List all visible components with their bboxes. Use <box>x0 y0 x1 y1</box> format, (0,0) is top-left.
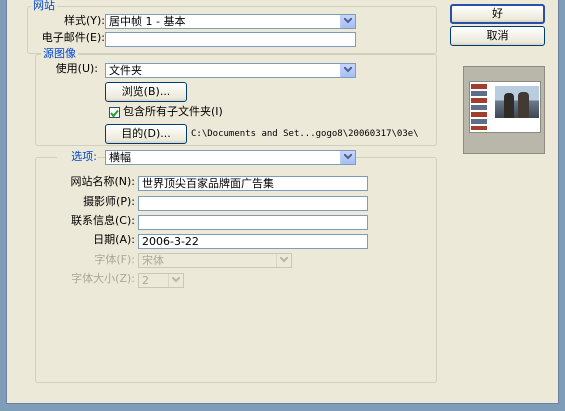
browse-button[interactable]: 浏览(B)... <box>105 82 187 102</box>
ok-button[interactable]: 好 <box>450 4 545 24</box>
email-label: 电子邮件(E): <box>41 31 105 44</box>
use-select[interactable]: 文件夹 <box>105 63 356 78</box>
preview-main-photo <box>495 86 539 118</box>
site-name-label: 网站名称(N): <box>70 175 135 188</box>
font-label: 字体(F): <box>94 253 135 266</box>
use-label: 使用(U): <box>55 62 98 75</box>
preview-person-right <box>518 92 529 118</box>
date-field[interactable]: 2006-3-22 <box>138 234 368 249</box>
destination-button[interactable]: 目的(D)... <box>105 124 187 144</box>
checkmark-icon <box>110 109 119 118</box>
use-value: 文件夹 <box>109 64 142 77</box>
contact-label: 联系信息(C): <box>71 214 135 227</box>
options-value: 横幅 <box>109 151 131 164</box>
cancel-button[interactable]: 取消 <box>450 26 545 46</box>
chevron-down-icon <box>340 15 355 28</box>
site-name-field[interactable]: 世界顶尖百家品牌面广告集 <box>138 176 368 191</box>
include-subfolders-checkbox[interactable] <box>109 107 120 118</box>
font-value: 宋体 <box>142 254 164 267</box>
font-select: 宋体 <box>138 253 292 268</box>
contact-field[interactable] <box>138 215 368 230</box>
font-size-label: 字体大小(Z): <box>71 272 135 285</box>
photographer-field[interactable] <box>138 196 368 211</box>
include-subfolders-label[interactable]: 包含所有子文件夹(I) <box>123 105 223 119</box>
options-select[interactable]: 横幅 <box>105 150 356 165</box>
chevron-down-icon <box>340 64 355 77</box>
chevron-down-icon <box>340 151 355 164</box>
chevron-down-icon <box>276 254 291 267</box>
email-field[interactable] <box>105 32 356 47</box>
chevron-down-icon <box>168 274 183 287</box>
destination-path: C:\Documents and Set...gogo8\20060317\03… <box>191 129 419 139</box>
date-label: 日期(A): <box>93 233 135 246</box>
site-group-label: 网站 <box>31 0 57 12</box>
photographer-label: 摄影师(P): <box>83 195 135 208</box>
style-label: 样式(Y): <box>63 14 105 27</box>
web-photo-gallery-dialog: 网站 样式(Y): 居中帧 1 - 基本 电子邮件(E): 源图像 使用(U):… <box>6 0 559 404</box>
gallery-preview-image <box>463 66 545 154</box>
style-value: 居中帧 1 - 基本 <box>109 15 186 28</box>
options-label: 选项: <box>57 150 97 164</box>
preview-page <box>469 81 541 133</box>
style-select[interactable]: 居中帧 1 - 基本 <box>105 14 356 29</box>
preview-person-left <box>504 93 514 118</box>
preview-thumbnail-strip <box>471 84 487 130</box>
font-size-select: 2 <box>138 273 184 288</box>
font-size-value: 2 <box>142 274 149 287</box>
source-group-label: 源图像 <box>41 47 78 60</box>
